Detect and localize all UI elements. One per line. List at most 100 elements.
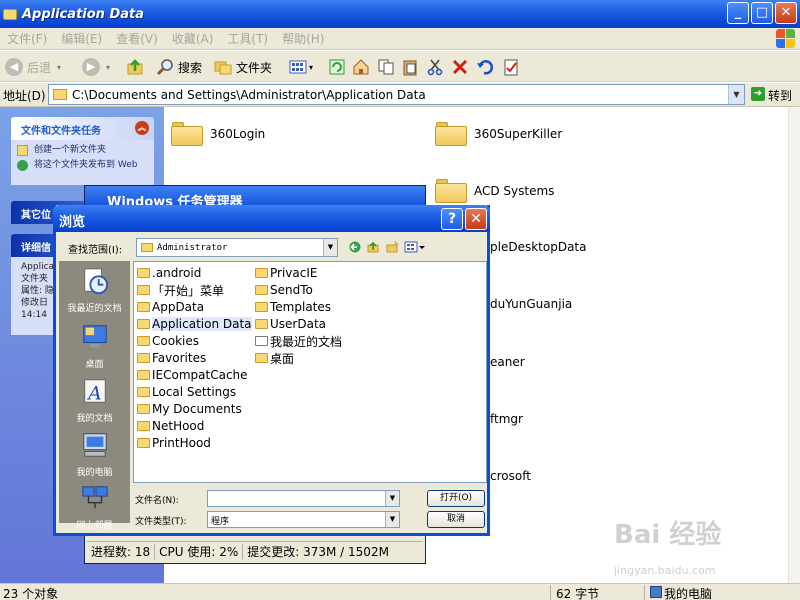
list-item[interactable]: Cookies xyxy=(137,333,199,349)
folders-button[interactable]: 文件夹 xyxy=(214,56,272,78)
file-tasks-header[interactable]: 文件和文件夹任务 ︽ xyxy=(11,117,154,140)
dialog-close-button[interactable]: ✕ xyxy=(465,208,487,230)
list-item[interactable]: IECompatCache xyxy=(137,367,248,383)
place-desktop[interactable]: 桌面 xyxy=(59,323,130,370)
look-in-value: Administrator xyxy=(157,242,228,253)
filetype-select[interactable]: 程序 ▼ xyxy=(207,511,400,528)
dialog-file-list[interactable]: .android 「开始」菜单 AppData Application Data… xyxy=(133,261,487,483)
copy-to-button[interactable] xyxy=(377,56,395,78)
place-my-documents[interactable]: A 我的文档 xyxy=(59,377,130,424)
delete-button[interactable] xyxy=(451,56,469,78)
folder-icon xyxy=(435,179,467,203)
address-label: 地址(D) xyxy=(3,89,46,103)
list-item[interactable]: NetHood xyxy=(137,418,204,434)
list-item[interactable]: SendTo xyxy=(255,282,313,298)
folder-item[interactable]: eaner xyxy=(490,355,525,369)
folder-item[interactable]: crosoft xyxy=(490,469,531,483)
place-recent[interactable]: 我最近的文档 xyxy=(59,267,130,314)
cancel-button[interactable]: 取消 xyxy=(427,511,485,528)
list-item[interactable]: .android xyxy=(137,265,201,281)
list-item[interactable]: AppData xyxy=(137,299,204,315)
forward-button[interactable]: ▶ ▾ xyxy=(82,56,110,78)
address-dropdown-icon[interactable]: ▼ xyxy=(728,85,744,104)
list-item[interactable]: Local Settings xyxy=(137,384,236,400)
help-button[interactable]: ? xyxy=(441,208,463,230)
browse-dialog: 浏览 ? ✕ 查找范围(I): Administrator ▼ 我最近的文档 桌… xyxy=(53,205,490,536)
folder-icon xyxy=(137,370,150,380)
folder-item[interactable]: pleDesktopData xyxy=(490,240,586,254)
dropdown-arrow-icon[interactable]: ▼ xyxy=(323,239,337,256)
search-label: 搜索 xyxy=(178,60,203,75)
menu-favorites[interactable]: 收藏(A) xyxy=(172,30,214,47)
place-my-computer[interactable]: 我的电脑 xyxy=(59,431,130,478)
go-button[interactable]: 转到 xyxy=(768,87,792,104)
address-bar: 地址(D) C:\Documents and Settings\Administ… xyxy=(0,83,800,107)
cut-button[interactable] xyxy=(426,56,444,78)
new-folder-icon[interactable] xyxy=(386,241,398,253)
folder-item[interactable]: 360SuperKiller xyxy=(435,122,562,146)
view-menu-icon[interactable] xyxy=(404,241,426,253)
dropdown-arrow-icon[interactable]: ▼ xyxy=(385,512,399,527)
up-folder-icon xyxy=(127,59,143,75)
task-publish-web[interactable]: 将这个文件夹发布到 Web xyxy=(11,158,154,173)
undo-button[interactable] xyxy=(476,56,494,78)
filename-input[interactable]: ▼ xyxy=(207,490,400,507)
window-titlebar[interactable]: Application Data xyxy=(0,0,800,28)
menu-help[interactable]: 帮助(H) xyxy=(282,30,324,47)
open-button[interactable]: 打开(O) xyxy=(427,490,485,507)
place-network[interactable]: 网上邻居 xyxy=(59,484,130,531)
properties-button[interactable] xyxy=(502,56,520,78)
go-arrow-icon[interactable]: ➜ xyxy=(751,87,765,101)
up-folder-button[interactable] xyxy=(126,56,144,78)
list-item[interactable]: UserData xyxy=(255,316,326,332)
close-button[interactable]: ✕ xyxy=(775,2,797,24)
folder-icon xyxy=(255,319,268,329)
folder-item[interactable]: 360Login xyxy=(171,122,265,146)
list-item-selected[interactable]: Application Data xyxy=(137,316,252,332)
dropdown-arrow-icon[interactable]: ▼ xyxy=(385,491,399,506)
list-item[interactable]: PrivacIE xyxy=(255,265,317,281)
up-folder-icon[interactable] xyxy=(367,241,379,253)
paste-button[interactable] xyxy=(401,56,419,78)
search-button[interactable]: 搜索 xyxy=(156,56,202,78)
list-item[interactable]: Templates xyxy=(255,299,331,315)
address-input[interactable]: C:\Documents and Settings\Administrator\… xyxy=(48,84,745,105)
dialog-titlebar[interactable]: 浏览 xyxy=(53,205,490,232)
look-in-select[interactable]: Administrator ▼ xyxy=(136,238,338,257)
folder-item[interactable]: ftmgr xyxy=(490,412,523,426)
minimize-button[interactable]: _ xyxy=(727,2,749,24)
places-bar: 我最近的文档 桌面 A 我的文档 我的电脑 网上邻居 xyxy=(59,261,130,531)
search-icon xyxy=(156,59,173,76)
list-item[interactable]: My Documents xyxy=(137,401,242,417)
back-button[interactable]: ◀ 后退 ▾ xyxy=(5,56,61,78)
cpu-usage: CPU 使用: 2% xyxy=(159,545,239,559)
folder-icon xyxy=(435,122,467,146)
window-title: Application Data xyxy=(22,6,144,22)
maximize-button[interactable]: □ xyxy=(751,2,773,24)
look-in-label: 查找范围(I): xyxy=(68,245,123,256)
list-item[interactable]: 我最近的文档 xyxy=(255,333,342,349)
list-item[interactable]: Favorites xyxy=(137,350,206,366)
menu-view[interactable]: 查看(V) xyxy=(116,30,158,47)
collapse-chevron-icon[interactable]: ︽ xyxy=(135,121,149,135)
list-item[interactable]: 「开始」菜单 xyxy=(137,282,224,298)
menu-file[interactable]: 文件(F) xyxy=(7,30,47,47)
sync-button[interactable] xyxy=(328,56,346,78)
back-icon[interactable] xyxy=(349,241,361,253)
new-folder-icon xyxy=(17,145,28,156)
menu-tools[interactable]: 工具(T) xyxy=(227,30,268,47)
list-item[interactable]: 桌面 xyxy=(255,350,294,366)
recent-documents-icon xyxy=(83,268,108,295)
folder-icon xyxy=(255,285,268,295)
folder-item[interactable]: duYunGuanjia xyxy=(490,297,572,311)
menu-edit[interactable]: 编辑(E) xyxy=(61,30,102,47)
status-bar: 23 个对象 62 字节 我的电脑 xyxy=(0,583,800,600)
folder-item[interactable]: ACD Systems xyxy=(435,179,554,203)
list-item[interactable]: PrintHood xyxy=(137,435,211,451)
home-button[interactable] xyxy=(352,56,370,78)
watermark-logo: Bai 经验 jingyan.baidu.com xyxy=(614,520,722,577)
views-button[interactable]: ▾ xyxy=(289,56,313,78)
address-value: C:\Documents and Settings\Administrator\… xyxy=(72,87,426,102)
task-new-folder[interactable]: 创建一个新文件夹 xyxy=(11,143,154,158)
vertical-scrollbar[interactable] xyxy=(788,107,800,583)
